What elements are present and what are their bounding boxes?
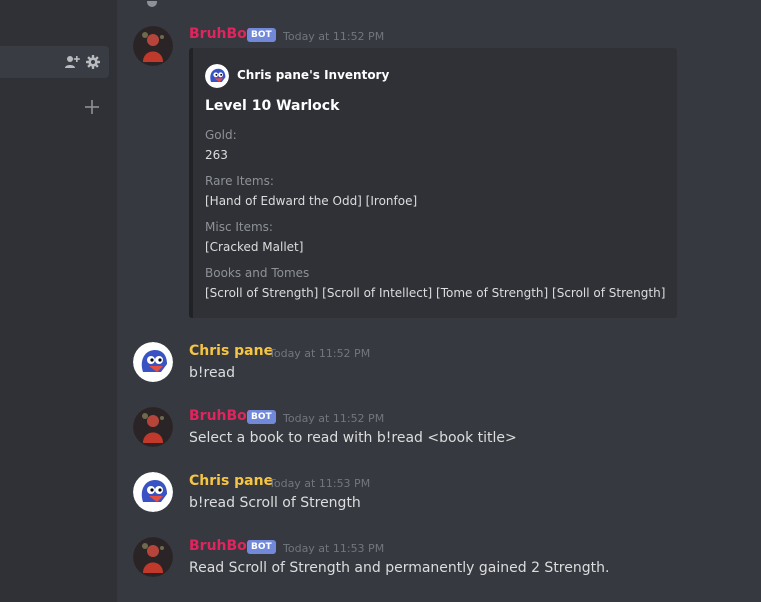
field-name-gold: Gold: bbox=[205, 128, 237, 142]
user-avatar[interactable] bbox=[133, 472, 173, 512]
message-content: Select a book to read with b!read <book … bbox=[189, 430, 517, 446]
field-name-rare-items: Rare Items: bbox=[205, 174, 274, 188]
bot-avatar[interactable] bbox=[133, 407, 173, 447]
previous-message-icon bbox=[146, 0, 158, 7]
bot-badge: BOT bbox=[247, 28, 276, 42]
field-value-rare-items: [Hand of Edward the Odd] [Ironfoe] bbox=[205, 194, 418, 208]
sidebar-channel-row[interactable] bbox=[0, 46, 109, 78]
bot-badge: BOT bbox=[247, 410, 276, 424]
field-name-misc-items: Misc Items: bbox=[205, 220, 273, 234]
timestamp: Today at 11:53 PM bbox=[283, 542, 385, 555]
username[interactable]: BruhBot bbox=[189, 408, 254, 424]
plus-icon[interactable] bbox=[84, 99, 100, 115]
username[interactable]: Chris pane bbox=[189, 343, 273, 359]
timestamp: Today at 11:52 PM bbox=[269, 347, 371, 360]
embed-title: Level 10 Warlock bbox=[205, 98, 340, 114]
field-value-books: [Scroll of Strength] [Scroll of Intellec… bbox=[205, 286, 666, 300]
chat-area: BruhBot BOT Today at 11:52 PM Chris pane… bbox=[117, 0, 761, 602]
timestamp: Today at 11:53 PM bbox=[269, 477, 371, 490]
message-content: b!read Scroll of Strength bbox=[189, 495, 361, 511]
bot-avatar[interactable] bbox=[133, 26, 173, 66]
message-content: Read Scroll of Strength and permanently … bbox=[189, 560, 610, 576]
inventory-embed: Chris pane's Inventory Level 10 Warlock … bbox=[189, 48, 677, 318]
embed-author-avatar bbox=[205, 64, 229, 88]
field-value-gold: 263 bbox=[205, 148, 228, 162]
user-avatar[interactable] bbox=[133, 342, 173, 382]
timestamp: Today at 11:52 PM bbox=[283, 412, 385, 425]
username[interactable]: Chris pane bbox=[189, 473, 273, 489]
add-member-icon[interactable] bbox=[64, 54, 80, 70]
gear-icon[interactable] bbox=[85, 54, 101, 70]
bot-avatar[interactable] bbox=[133, 537, 173, 577]
bot-badge: BOT bbox=[247, 540, 276, 554]
channel-sidebar bbox=[0, 0, 117, 602]
timestamp: Today at 11:52 PM bbox=[283, 30, 385, 43]
message-content: b!read bbox=[189, 365, 236, 381]
username[interactable]: BruhBot bbox=[189, 538, 254, 554]
username[interactable]: BruhBot bbox=[189, 26, 254, 42]
embed-author-name: Chris pane's Inventory bbox=[237, 68, 390, 82]
field-name-books: Books and Tomes bbox=[205, 266, 310, 280]
field-value-misc-items: [Cracked Mallet] bbox=[205, 240, 304, 254]
